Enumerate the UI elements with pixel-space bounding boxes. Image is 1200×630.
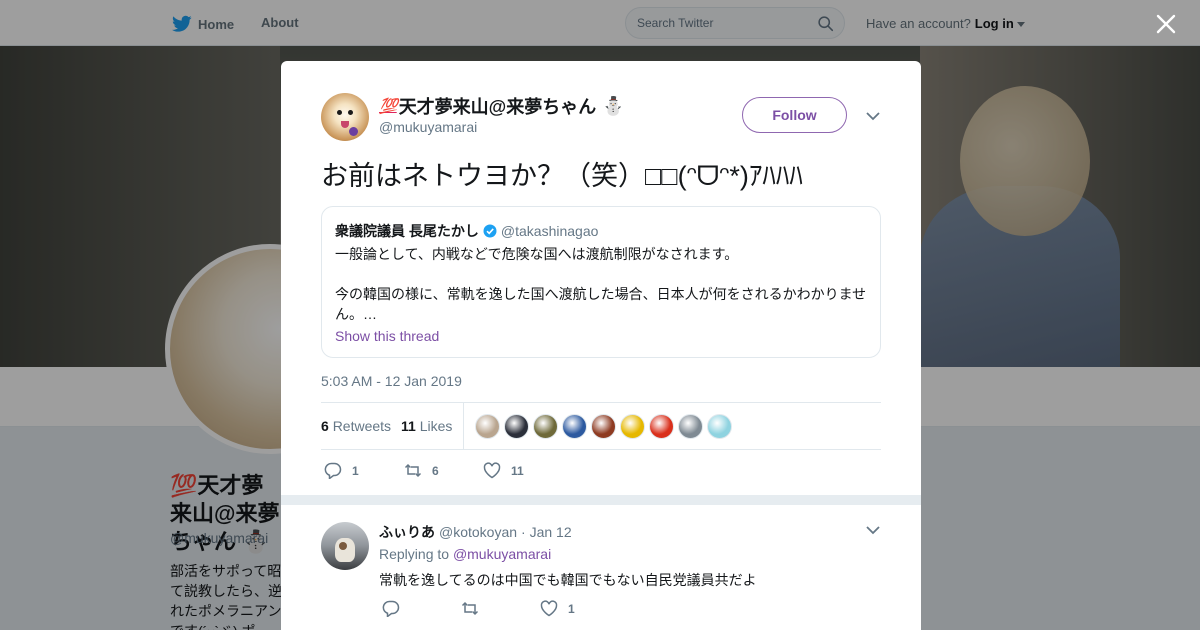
replying-to: Replying to @mukuyamarai [379,546,551,562]
reply-header: ふぃりあ @kotokoyan · Jan 12 [379,522,572,542]
section-divider [281,495,921,505]
reply-count: 1 [352,463,359,478]
avatar-cat-spot [339,542,347,550]
like-count: 11 [511,463,524,478]
like-count: 1 [568,601,575,616]
retweets-label: Retweets [332,418,392,434]
reply-author-avatar[interactable] [321,522,369,570]
retweets-count: 6 [321,418,329,434]
chevron-down-icon[interactable] [866,525,880,535]
liker-avatar[interactable] [707,414,732,439]
snowman-icon: ⛄ [602,95,625,116]
liker-avatar[interactable] [504,414,529,439]
avatar-tongue [341,121,349,128]
avatar-eye [337,110,342,115]
replying-to-link[interactable]: @mukuyamarai [453,546,551,562]
liker-avatar[interactable] [620,414,645,439]
retweet-button[interactable]: 6 [404,462,439,479]
retweet-icon [404,463,422,478]
likes-count: 11 [401,418,416,434]
reply-author-handle[interactable]: @kotokoyan [439,524,517,540]
author-name-text: 天才夢来山@来夢ちゃん [398,97,597,117]
quoted-tweet[interactable]: 衆議院議員 長尾たかし @takashinagao 一般論として、内戦などで危険… [321,206,881,358]
liker-avatar[interactable] [475,414,500,439]
reply-icon [324,462,342,479]
tweet-actions: 1 6 11 [324,462,884,482]
retweet-count: 6 [432,463,439,478]
close-icon[interactable] [1155,13,1177,35]
liker-avatar[interactable] [562,414,587,439]
liker-avatar[interactable] [678,414,703,439]
likes-stat[interactable]: 11 Likes [401,418,452,434]
tweet-modal: 💯 天才夢来山@来夢ちゃん ⛄ @mukuyamarai Follow お前はネ… [281,61,921,630]
quoted-text-line: 今の韓国の様に、常軌を逸した国へ渡航した場合、日本人が何をされるかわかりません。… [335,286,867,322]
reply-actions: 1 [382,600,782,620]
author-avatar[interactable] [321,93,369,141]
reply-button[interactable]: 1 [324,462,359,479]
reply-author-name[interactable]: ふぃりあ [379,522,435,542]
quoted-text-line: 一般論として、内戦などで危険な国へは渡航制限がなされます。 [335,246,739,262]
author-handle[interactable]: @mukuyamarai [379,119,477,135]
liker-avatars [475,414,736,439]
reply-date[interactable]: · Jan 12 [521,524,572,540]
heart-icon [540,600,558,617]
quoted-author-name: 衆議院議員 長尾たかし [335,223,479,239]
like-button[interactable]: 11 [483,462,524,479]
reply-button[interactable] [382,600,410,617]
tweet-stats: 6 Retweets 11 Likes [321,402,881,450]
liker-avatar[interactable] [649,414,674,439]
hundred-points-icon: 💯 [379,98,398,115]
avatar-eye [348,110,353,115]
tweet-text: お前はネトウヨか？（笑）□□(ᵔᗜᵔ*)ｱﾊﾊﾊ [321,161,803,191]
liker-avatar[interactable] [591,414,616,439]
show-thread-link[interactable]: Show this thread [335,328,439,344]
like-button[interactable]: 1 [540,600,575,617]
stats-divider [463,403,464,450]
follow-button[interactable]: Follow [742,97,847,133]
likes-label: Likes [419,418,453,434]
quoted-author-handle: @takashinagao [500,223,599,239]
quoted-tweet-header: 衆議院議員 長尾たかし @takashinagao [335,221,598,241]
author-name[interactable]: 💯 天才夢来山@来夢ちゃん ⛄ [379,93,625,119]
verified-badge-icon [483,224,497,238]
tweet-timestamp[interactable]: 5:03 AM - 12 Jan 2019 [321,373,462,389]
chevron-down-icon[interactable] [866,111,880,121]
reply-icon [382,600,400,617]
reply-text: 常軌を逸してるのは中国でも韓国でもない自民党議員共だよ [379,572,757,588]
retweet-button[interactable] [461,600,489,617]
retweets-stat[interactable]: 6 Retweets [321,418,391,434]
heart-icon [483,462,501,479]
replying-prefix: Replying to [379,546,450,562]
retweet-icon [461,601,479,616]
liker-avatar[interactable] [533,414,558,439]
avatar-toy [349,127,358,136]
